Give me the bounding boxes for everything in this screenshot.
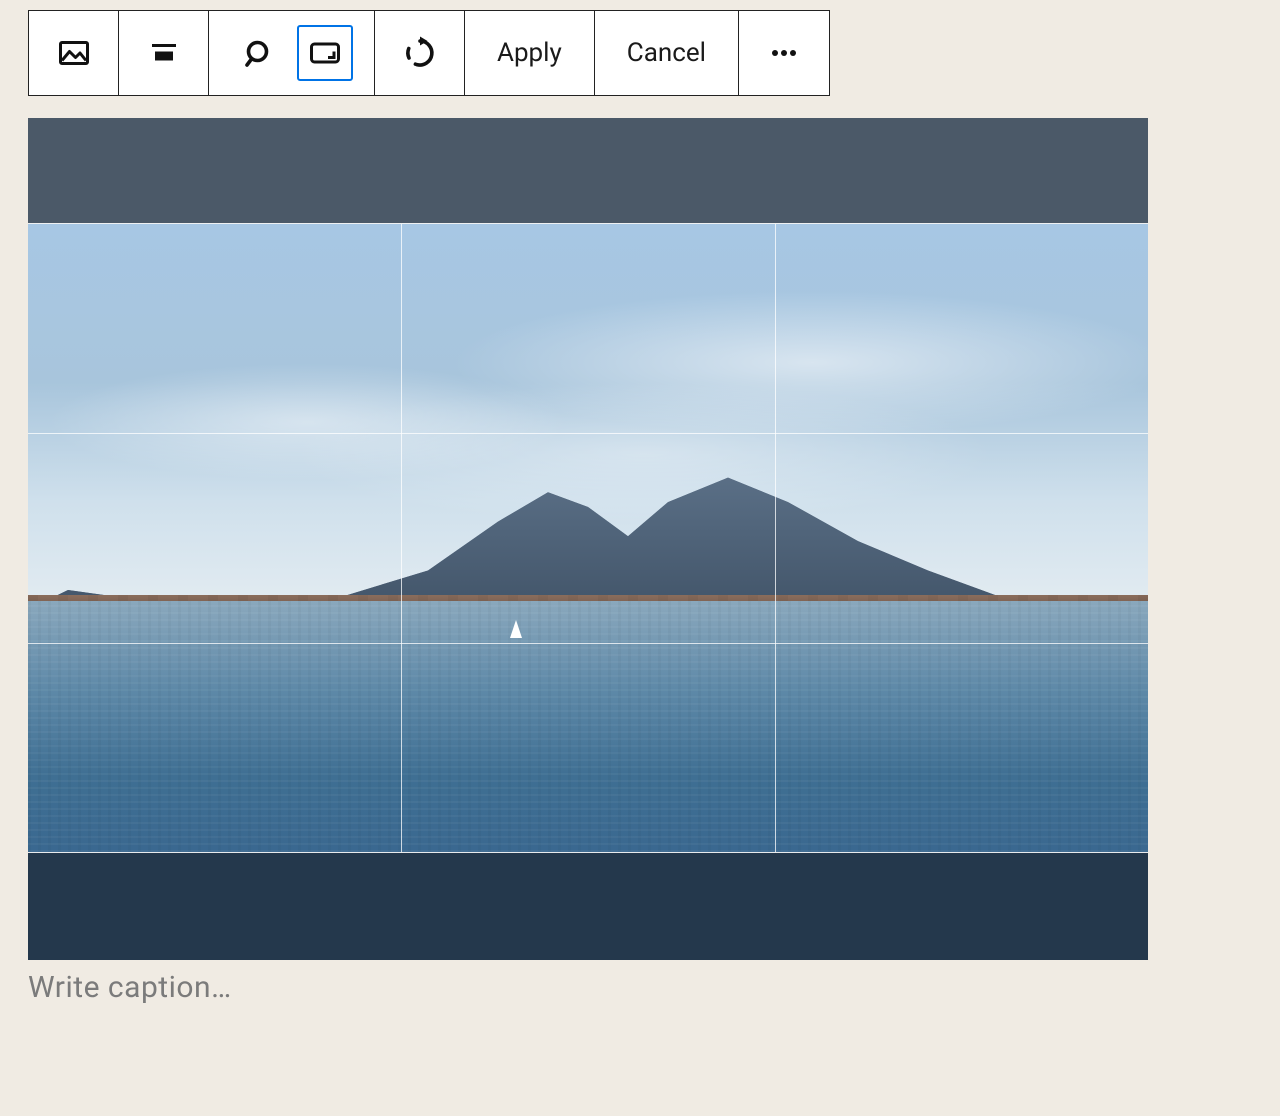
- zoom-aspect-cell: [209, 11, 375, 95]
- align-icon: [146, 35, 182, 71]
- block-type-button[interactable]: [46, 25, 102, 81]
- cancel-button[interactable]: Cancel: [595, 11, 739, 95]
- block-type-cell: [29, 11, 119, 95]
- aspect-ratio-button[interactable]: [297, 25, 353, 81]
- caption-input[interactable]: Write caption…: [28, 970, 1252, 1005]
- more-options-button[interactable]: [756, 25, 812, 81]
- crop-grid-line: [28, 433, 1148, 434]
- align-cell: [119, 11, 209, 95]
- rotate-button[interactable]: [392, 25, 448, 81]
- zoom-button[interactable]: [231, 25, 287, 81]
- cancel-label: Cancel: [627, 38, 706, 68]
- crop-rectangle[interactable]: [28, 224, 1148, 852]
- more-options-icon: [766, 35, 802, 71]
- block-toolbar: Apply Cancel: [28, 10, 830, 96]
- aspect-ratio-icon: [307, 35, 343, 71]
- apply-button[interactable]: Apply: [465, 11, 595, 95]
- image-content: [28, 224, 1148, 852]
- align-button[interactable]: [136, 25, 192, 81]
- image-block-icon: [56, 35, 92, 71]
- zoom-icon: [241, 35, 277, 71]
- crop-grid-line: [401, 224, 402, 852]
- apply-label: Apply: [497, 38, 562, 68]
- crop-grid-line: [28, 643, 1148, 644]
- image-crop-canvas[interactable]: [28, 118, 1148, 960]
- more-cell: [739, 11, 829, 95]
- crop-grid-line: [775, 224, 776, 852]
- rotate-icon: [402, 35, 438, 71]
- rotate-cell: [375, 11, 465, 95]
